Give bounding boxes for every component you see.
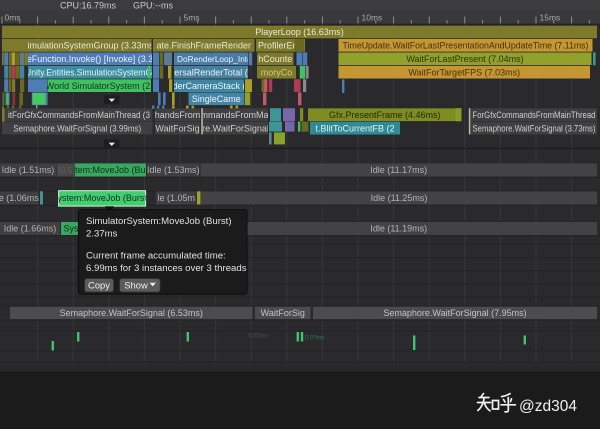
svg-text:Show: Show — [124, 280, 148, 291]
svg-text:handsFrom: handsFrom — [155, 110, 201, 120]
svg-text:5ms: 5ms — [184, 13, 200, 23]
svg-text:0ms: 0ms — [5, 13, 21, 23]
svg-text:WaitForLastPresent (7.04ms): WaitForLastPresent (7.04ms) — [406, 54, 523, 64]
svg-text:tem:MoveJob (Bu: tem:MoveJob (Bu — [75, 165, 146, 175]
svg-text:Idle (11.25ms): Idle (11.25ms) — [371, 193, 428, 203]
svg-text:ProfilerEn: ProfilerEn — [258, 41, 298, 51]
svg-text:Idle (11.19ms): Idle (11.19ms) — [370, 224, 427, 234]
svg-text:(0.5: (0.5 — [58, 166, 72, 175]
svg-text:2.37ms: 2.37ms — [86, 229, 118, 240]
svg-text:le (1.06ms): le (1.06ms) — [0, 193, 42, 203]
svg-text:WaitForTargetFPS (7.03ms): WaitForTargetFPS (7.03ms) — [408, 67, 520, 77]
svg-text:Idle (11.17ms): Idle (11.17ms) — [370, 165, 427, 175]
svg-text:World SimulatorSystem (2.: World SimulatorSystem (2. — [46, 81, 153, 91]
svg-text:mmandsFromMai: mmandsFromMai — [200, 110, 270, 120]
svg-text:derCameraStack (: derCameraStack ( — [172, 81, 245, 91]
svg-text:ate.FinishFrameRender: ate.FinishFrameRender — [156, 41, 251, 51]
svg-text:SingleCame: SingleCame — [192, 94, 241, 104]
svg-text:re.WaitForSignal: re.WaitForSignal — [202, 123, 269, 133]
svg-text:WaitForSig: WaitForSig — [261, 308, 305, 318]
svg-text:GPU:--ms: GPU:--ms — [133, 0, 173, 10]
svg-text:Current frame accumulated time: Current frame accumulated time: — [86, 250, 226, 261]
svg-text:hCounte: hCounte — [258, 54, 292, 64]
svg-text:Gfx.PresentFrame (4.46ms): Gfx.PresentFrame (4.46ms) — [329, 110, 441, 120]
svg-text:Semaphore.WaitForSignal (7.95m: Semaphore.WaitForSignal (7.95ms) — [383, 308, 526, 318]
svg-text:CPU:16.79ms: CPU:16.79ms — [60, 0, 117, 10]
svg-text:10ms: 10ms — [362, 13, 383, 23]
svg-text:15ms: 15ms — [540, 13, 561, 23]
svg-text:t.BlitToCurrentFB (2: t.BlitToCurrentFB (2 — [315, 123, 394, 133]
svg-text:eFunction.Invoke() [Invoke] (3: eFunction.Invoke() [Invoke] (3.3 — [27, 54, 154, 64]
svg-text:Semaphore.WaitForSignal (3.99m: Semaphore.WaitForSignal (3.99ms) — [13, 123, 141, 133]
svg-text:Unity.Entities.SimulationSyste: Unity.Entities.SimulationSystemGr — [25, 67, 155, 77]
svg-text:Semaphore.WaitForSignal (6.53m: Semaphore.WaitForSignal (6.53ms) — [60, 308, 203, 318]
svg-text:Idle (1.53ms): Idle (1.53ms) — [147, 165, 200, 175]
svg-text:Idle (1.51ms): Idle (1.51ms) — [2, 165, 55, 175]
svg-text:le (1.05m: le (1.05m — [157, 193, 195, 203]
svg-text:0.07ms: 0.07ms — [305, 336, 325, 342]
svg-text:Copy: Copy — [88, 280, 110, 291]
svg-text:Semaphore.WaitForSignal (3.73m: Semaphore.WaitForSignal (3.73ms) — [473, 123, 596, 133]
svg-text:6.99ms for 3 instances over 3: 6.99ms for 3 instances over 3 threads — [86, 263, 247, 274]
svg-text:ersalRenderTotal (: ersalRenderTotal ( — [174, 67, 248, 77]
svg-text:TimeUpdate.WaitForLastPresenta: TimeUpdate.WaitForLastPresentationAndUpd… — [343, 41, 589, 51]
svg-text:@zd304: @zd304 — [519, 398, 577, 415]
svg-text:0.03ms: 0.03ms — [248, 334, 268, 340]
svg-text:SimulationSystemGroup (3.33ms): SimulationSystemGroup (3.33ms) — [21, 41, 156, 51]
svg-text:moryCo: moryCo — [261, 67, 293, 77]
svg-text:PlayerLoop (16.63ms): PlayerLoop (16.63ms) — [255, 27, 344, 37]
svg-text:WaitForSig: WaitForSig — [155, 123, 199, 133]
svg-text:ystem:MoveJob (Burst: ystem:MoveJob (Burst — [57, 193, 147, 203]
svg-text:DoRenderLoop_Inte: DoRenderLoop_Inte — [177, 54, 252, 64]
svg-text:SimulatorSystem:MoveJob (Burst: SimulatorSystem:MoveJob (Burst) — [86, 216, 232, 227]
svg-text:Idle (1.66ms): Idle (1.66ms) — [4, 224, 57, 234]
svg-text:itForGfxCommandsFromMainThread: itForGfxCommandsFromMainThread (3 — [8, 110, 150, 120]
svg-text:ForGfxCommandsFromMainThread: ForGfxCommandsFromMainThread — [473, 110, 596, 120]
